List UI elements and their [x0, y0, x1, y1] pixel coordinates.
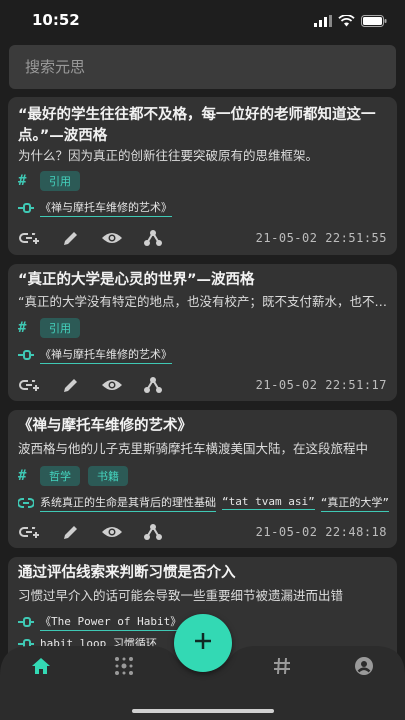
card-title: 《禅与摩托车维修的艺术》: [18, 418, 192, 434]
home-icon: [31, 657, 51, 679]
home-indicator: [132, 709, 274, 713]
add-link-icon[interactable]: [18, 226, 42, 250]
link-chip[interactable]: “真正的大学”: [320, 494, 389, 512]
card-title: “真正的大学是心灵的世界”—波西格: [18, 272, 255, 288]
hash-icon: #: [18, 173, 27, 189]
card-timestamp: 21-05-02 22:51:17: [255, 378, 387, 392]
backlink-icon: [18, 198, 34, 217]
card-actions: 21-05-02 22:51:55: [18, 226, 387, 250]
card-body: 为什么？因为真正的创新往往要突破原有的思维框架。: [18, 148, 319, 163]
hash-icon: #: [18, 320, 27, 336]
nav-home[interactable]: [27, 656, 55, 680]
tag-chip[interactable]: 引用: [40, 171, 80, 191]
profile-icon: [354, 656, 374, 680]
view-icon[interactable]: [100, 373, 124, 397]
tag-row: # 哲学 书籍: [18, 466, 128, 486]
battery-icon: [361, 12, 387, 31]
note-card[interactable]: “真正的大学是心灵的世界”—波西格 “真正的大学没有特定的地点，也没有校产；既不…: [8, 264, 397, 401]
note-card[interactable]: 《禅与摩托车维修的艺术》 波西格与他的儿子克里斯骑摩托车横渡美国大陆，在这段旅程…: [8, 410, 397, 548]
backlink-icon: [18, 345, 34, 364]
tag-chip[interactable]: 书籍: [88, 466, 128, 486]
graph-icon: [114, 656, 134, 680]
view-icon[interactable]: [100, 226, 124, 250]
graph-node-icon[interactable]: [141, 520, 165, 544]
card-body: 习惯过早介入的话可能会导致一些重要细节被遗漏进而出错: [18, 588, 344, 603]
link-chip[interactable]: “tat tvam asi”: [222, 495, 315, 510]
card-title: “最好的学生往往都不及格，每一位好的老师都知道这一点。”—波西格: [18, 107, 376, 144]
card-timestamp: 21-05-02 22:48:18: [255, 525, 387, 539]
plus-icon: [194, 632, 212, 654]
link-row: 《禅与摩托车维修的艺术》: [18, 345, 391, 364]
link-row: 《禅与摩托车维修的艺术》: [18, 198, 391, 217]
link-chip[interactable]: 《禅与摩托车维修的艺术》: [40, 199, 172, 217]
link-chip[interactable]: 系统真正的生命是其背后的理性基础: [40, 494, 216, 512]
hash-icon: #: [18, 468, 27, 484]
search-box[interactable]: [9, 45, 396, 89]
signal-icon: [314, 12, 332, 31]
add-link-icon[interactable]: [18, 520, 42, 544]
card-actions: 21-05-02 22:51:17: [18, 373, 387, 397]
card-title: 通过评估线索来判断习惯是否介入: [18, 565, 236, 581]
card-body: 波西格与他的儿子克里斯骑摩托车横渡美国大陆，在这段旅程中: [18, 441, 369, 456]
search-input[interactable]: [9, 45, 396, 89]
tag-hash-icon: [273, 657, 291, 679]
graph-node-icon[interactable]: [141, 373, 165, 397]
note-card[interactable]: “最好的学生往往都不及格，每一位好的老师都知道这一点。”—波西格 为什么？因为真…: [8, 97, 397, 255]
tag-row: # 引用: [18, 171, 80, 191]
wifi-icon: [338, 12, 355, 31]
nav-profile[interactable]: [350, 656, 378, 680]
link-row: 系统真正的生命是其背后的理性基础 “tat tvam asi” “真正的大学”: [18, 493, 391, 512]
add-link-icon[interactable]: [18, 373, 42, 397]
status-icons: [314, 12, 387, 31]
link-chip[interactable]: 《The Power of Habit》: [40, 613, 182, 631]
link-icon: [18, 493, 35, 512]
tag-row: # 引用: [18, 318, 80, 338]
edit-icon[interactable]: [59, 520, 83, 544]
view-icon[interactable]: [100, 520, 124, 544]
card-timestamp: 21-05-02 22:51:55: [255, 231, 387, 245]
edit-icon[interactable]: [59, 226, 83, 250]
graph-node-icon[interactable]: [141, 226, 165, 250]
backlink-icon: [18, 612, 34, 631]
nav-tags[interactable]: [268, 656, 296, 680]
status-time: 10:52: [32, 11, 80, 29]
tag-chip[interactable]: 引用: [40, 318, 80, 338]
card-actions: 21-05-02 22:48:18: [18, 520, 387, 544]
edit-icon[interactable]: [59, 373, 83, 397]
link-chip[interactable]: 《禅与摩托车维修的艺术》: [40, 346, 172, 364]
status-bar: 10:52: [0, 0, 405, 40]
add-note-button[interactable]: [174, 614, 232, 672]
card-body: “真正的大学没有特定的地点，也没有校产；既不支付薪水，也不收取会费。: [18, 294, 389, 309]
nav-graph[interactable]: [110, 656, 138, 680]
tag-chip[interactable]: 哲学: [40, 466, 80, 486]
